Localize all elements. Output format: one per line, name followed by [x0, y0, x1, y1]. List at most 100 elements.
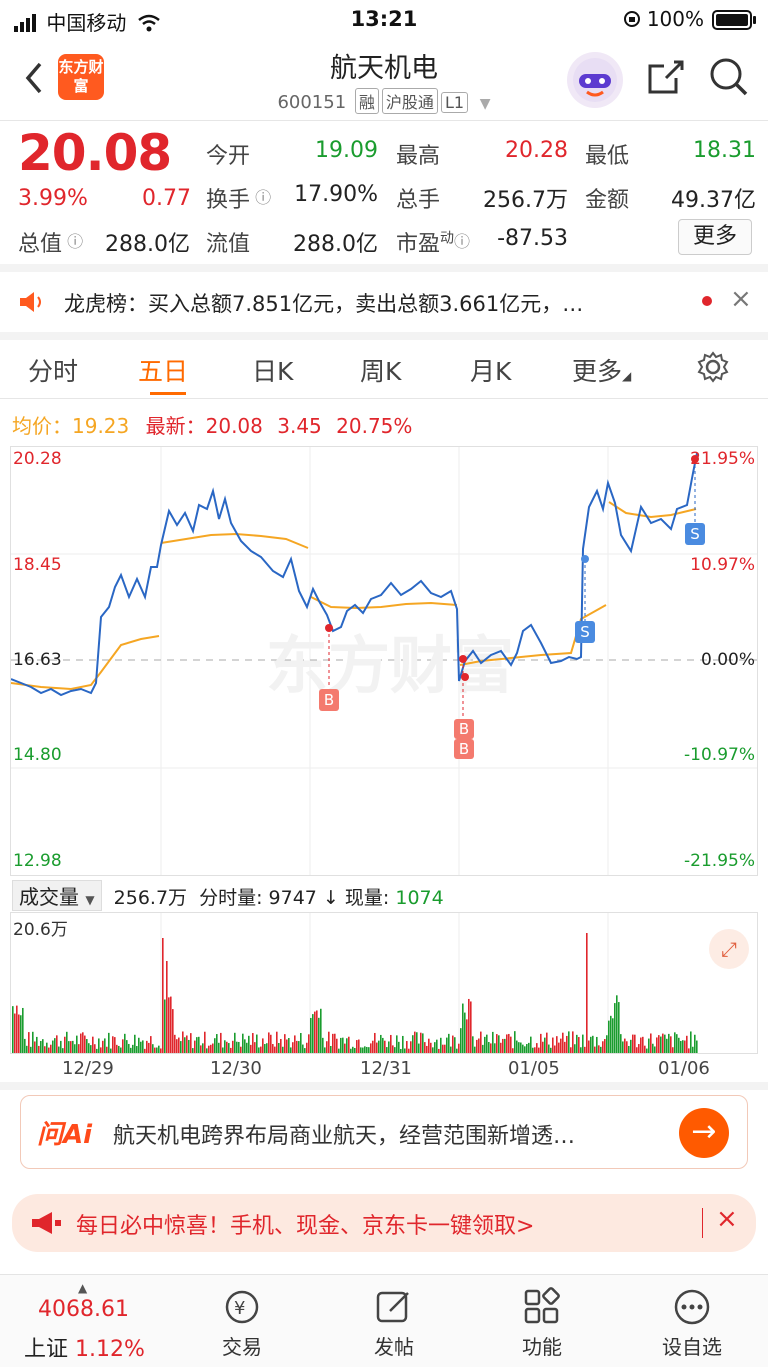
- turnover-label-text: 换手: [206, 188, 251, 213]
- grid-apps-icon[interactable]: [522, 1287, 562, 1331]
- nav-post[interactable]: 发帖: [344, 1331, 444, 1360]
- low-value: 18.31: [693, 138, 756, 163]
- y-label-right: -10.97%: [684, 745, 755, 765]
- volume-bar: [224, 1040, 226, 1053]
- volume-bar: [170, 996, 172, 1053]
- volume-bar: [242, 1033, 244, 1053]
- volume-bar: [676, 1034, 678, 1053]
- buy-marker[interactable]: B: [454, 739, 474, 759]
- volume-bar: [182, 1031, 184, 1053]
- turnover-label[interactable]: 换手 ⓘ: [206, 182, 271, 214]
- volume-max-label: 20.6万: [13, 920, 68, 940]
- current-volume: 1074: [395, 887, 444, 909]
- more-dots-icon[interactable]: [672, 1287, 712, 1331]
- volume-bar: [378, 1040, 380, 1053]
- volume-bar: [626, 1041, 628, 1053]
- sell-marker[interactable]: S: [685, 523, 705, 545]
- search-icon[interactable]: [708, 56, 750, 102]
- volume-selector[interactable]: 成交量 ▼: [12, 880, 102, 911]
- volume-bar: [664, 1034, 666, 1053]
- share-icon[interactable]: [644, 56, 686, 102]
- volume-bar: [490, 1043, 492, 1053]
- volume-bar: [672, 1047, 674, 1053]
- volume-bar: [200, 1045, 202, 1053]
- volume-bar: [186, 1035, 188, 1053]
- arrow-right-icon[interactable]: →: [679, 1108, 729, 1158]
- watermark: 东方财富: [266, 629, 514, 702]
- open-value: 19.09: [315, 138, 378, 163]
- volume-bar: [22, 1007, 24, 1053]
- promo-banner[interactable]: 每日必中惊喜！手机、现金、京东卡一键领取> ×: [12, 1194, 756, 1252]
- volume-bar: [148, 1042, 150, 1053]
- volume-bar: [214, 1038, 216, 1053]
- x-label: 01/06: [658, 1058, 710, 1079]
- dropdown-icon[interactable]: ▼: [480, 96, 491, 112]
- info-icon[interactable]: ⓘ: [62, 232, 83, 251]
- market-cap-label[interactable]: 总值 ⓘ: [18, 226, 83, 258]
- pe-label[interactable]: 市盈动ⓘ: [396, 226, 470, 258]
- volume-bar: [506, 1034, 508, 1053]
- post-icon[interactable]: [374, 1287, 414, 1331]
- tab-weekly-k[interactable]: 周K: [360, 352, 401, 388]
- info-icon[interactable]: ⓘ: [250, 188, 271, 207]
- trade-icon[interactable]: ¥: [222, 1287, 262, 1331]
- volume-bar: [388, 1041, 390, 1053]
- volume-chart[interactable]: 20.6万 ⤢: [10, 912, 758, 1054]
- tab-monthly-k[interactable]: 月K: [470, 352, 511, 388]
- volume-bar: [128, 1043, 130, 1053]
- volume-bar: [144, 1048, 146, 1053]
- more-quote-button[interactable]: 更多: [678, 219, 752, 255]
- volume-label: 总手: [396, 188, 441, 213]
- nav-add-watchlist[interactable]: 设自选: [642, 1331, 742, 1360]
- buy-marker[interactable]: B: [319, 689, 339, 711]
- volume-bar: [446, 1037, 448, 1053]
- volume-bar: [66, 1031, 68, 1053]
- tab-daily-k[interactable]: 日K: [252, 352, 293, 388]
- volume-bar: [174, 1034, 176, 1053]
- volume-bar: [534, 1047, 536, 1053]
- volume-bar: [146, 1040, 148, 1053]
- volume-bar: [24, 1038, 26, 1053]
- notice-bar[interactable]: 龙虎榜：买入总额7.851亿元，卖出总额3.661亿元，… ×: [0, 278, 768, 324]
- volume-bar: [498, 1035, 500, 1053]
- svg-text:¥: ¥: [234, 1298, 245, 1319]
- y-label-left: 12.98: [13, 851, 62, 871]
- volume-bar: [88, 1043, 90, 1053]
- volume-bar: [552, 1037, 554, 1053]
- ai-prompt-text: 航天机电跨界布局商业航天，经营范围新增透…: [113, 1124, 576, 1149]
- tab-more[interactable]: 更多◢: [572, 352, 631, 388]
- close-icon[interactable]: ×: [716, 1204, 738, 1234]
- tab-five-day[interactable]: 五日: [138, 352, 188, 388]
- buy-marker[interactable]: B: [454, 719, 474, 739]
- assistant-avatar[interactable]: [567, 52, 623, 108]
- volume-bar: [392, 1045, 394, 1053]
- volume-bar: [612, 1018, 614, 1053]
- volume-bar: [276, 1031, 278, 1053]
- sell-marker[interactable]: S: [575, 621, 595, 643]
- promo-text: 每日必中惊喜！手机、现金、京东卡一键领取>: [76, 1214, 535, 1239]
- amount-label: 金额: [585, 188, 630, 213]
- volume-bar: [592, 1035, 594, 1053]
- tab-intraday[interactable]: 分时: [28, 352, 78, 388]
- price-chart[interactable]: 东方财富 B B B S S 20.28 18.45 16.63 14.80 1…: [10, 446, 758, 876]
- volume-bar: [386, 1047, 388, 1053]
- nav-trade[interactable]: 交易: [192, 1331, 292, 1360]
- volume-bar: [44, 1046, 46, 1053]
- close-icon[interactable]: ×: [730, 284, 752, 314]
- settings-gear-icon[interactable]: [696, 350, 730, 388]
- volume-bar: [50, 1044, 52, 1053]
- volume-selector-label: 成交量: [19, 885, 79, 909]
- index-info[interactable]: 上证 1.12%: [24, 1331, 145, 1363]
- index-value[interactable]: 4068.61: [38, 1297, 129, 1322]
- avg-line-day3: [310, 596, 458, 610]
- volume-bar: [504, 1038, 506, 1053]
- volume-bar: [120, 1047, 122, 1053]
- volume-bar: [98, 1038, 100, 1053]
- index-percent: 1.12%: [75, 1337, 145, 1362]
- volume-bar: [596, 1036, 598, 1053]
- volume-bar: [602, 1041, 604, 1053]
- ai-question-bar[interactable]: 问Ai 航天机电跨界布局商业航天，经营范围新增透… →: [20, 1095, 748, 1169]
- expand-icon[interactable]: ⤢: [709, 929, 749, 969]
- nav-functions[interactable]: 功能: [492, 1331, 592, 1360]
- volume-bar: [114, 1037, 116, 1053]
